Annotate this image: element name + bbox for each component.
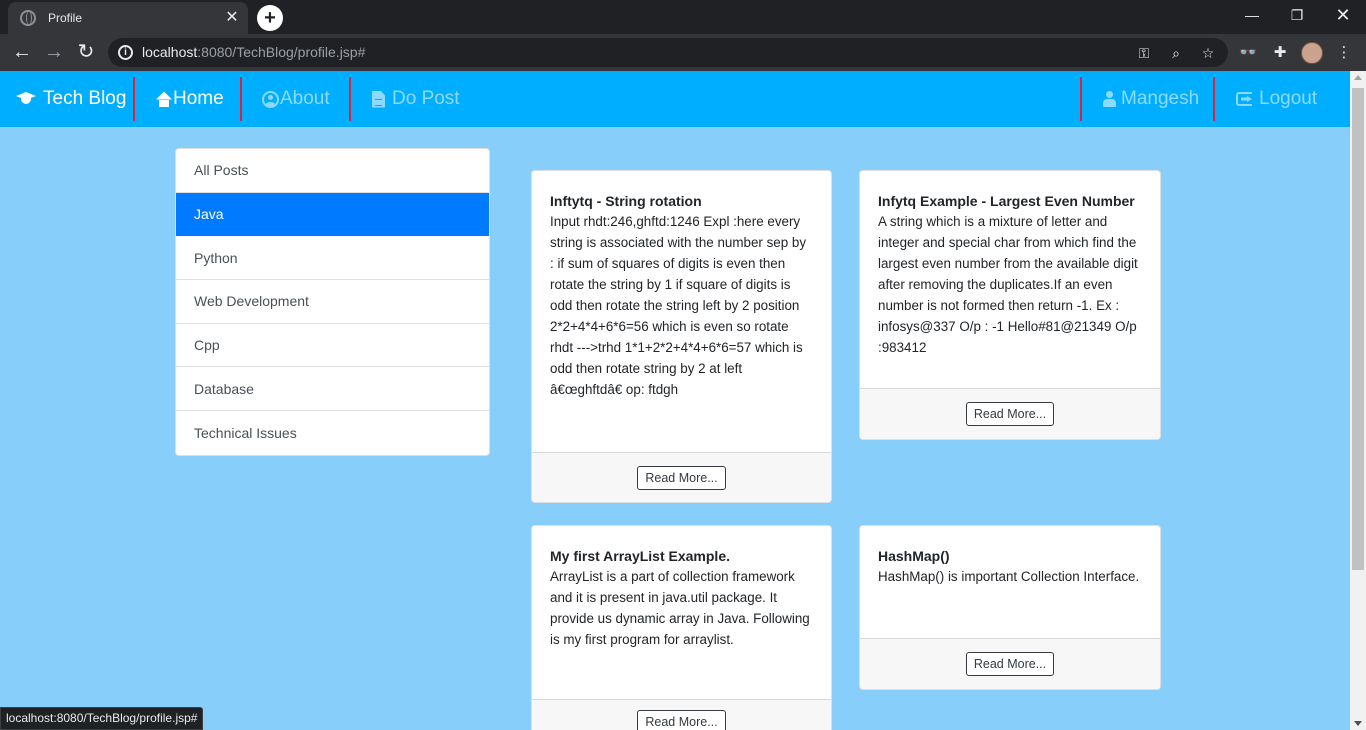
category-label: All Posts — [194, 162, 249, 179]
read-more-button[interactable]: Read More... — [965, 652, 1055, 676]
browser-tab[interactable]: Profile ✕ — [8, 2, 248, 34]
page-scrollbar[interactable] — [1350, 71, 1366, 730]
post-card-body: Infytq Example - Largest Even Number A s… — [860, 171, 1160, 358]
post-excerpt: A string which is a mixture of letter an… — [878, 214, 1138, 355]
scroll-thumb[interactable] — [1352, 88, 1364, 570]
url-text[interactable]: localhost:8080/TechBlog/profile.jsp# — [142, 44, 365, 60]
restore-button[interactable]: ❐ — [1274, 0, 1320, 32]
category-item-python[interactable]: Python — [176, 236, 489, 281]
nav-about-label: About — [280, 88, 330, 109]
read-more-button[interactable]: Read More... — [637, 465, 726, 490]
post-title: Inftytq - String rotation — [550, 193, 702, 209]
category-item-java[interactable]: Java — [176, 192, 489, 237]
post-card-footer: Read More... — [860, 388, 1160, 439]
post-excerpt: ArrayList is a part of collection framew… — [550, 569, 810, 647]
new-tab-button[interactable]: + — [257, 5, 283, 31]
post-card-footer: Read More... — [860, 638, 1160, 689]
category-label: Python — [194, 249, 238, 266]
post-card-body: HashMap() HashMap() is important Collect… — [860, 526, 1160, 587]
nav-user-label: Mangesh — [1121, 88, 1200, 109]
post-card: HashMap() HashMap() is important Collect… — [859, 525, 1161, 690]
read-more-button[interactable]: Read More... — [965, 402, 1055, 426]
menu-dots-icon[interactable]: ⋮ — [1333, 42, 1355, 64]
nav-user-profile[interactable]: Mangesh — [1103, 71, 1199, 127]
url-host: localhost — [142, 44, 198, 60]
nav-separator — [1213, 77, 1215, 121]
nav-do-post-label: Do Post — [392, 88, 460, 109]
post-card-body: Inftytq - String rotation Input rhdt:246… — [532, 171, 831, 400]
category-item-cpp[interactable]: Cpp — [176, 324, 489, 368]
post-excerpt: HashMap() is important Collection Interf… — [878, 569, 1140, 584]
close-window-button[interactable]: ✕ — [1320, 0, 1366, 32]
tab-strip: Profile ✕ + — ❐ ✕ — [0, 0, 1366, 34]
info-icon[interactable]: i — [118, 45, 133, 60]
extensions-puzzle-icon[interactable]: ✚ — [1269, 42, 1291, 64]
forward-button[interactable]: → — [40, 38, 68, 66]
post-card: Inftytq - String rotation Input rhdt:246… — [531, 170, 832, 503]
home-icon — [156, 92, 172, 107]
category-label: Cpp — [194, 337, 220, 354]
browser-toolbar: ← → ↻ i localhost:8080/TechBlog/profile.… — [0, 34, 1366, 71]
scroll-down-arrow-icon[interactable] — [1354, 721, 1362, 726]
category-label: Web Development — [194, 293, 309, 310]
nav-separator — [133, 77, 135, 121]
reload-button[interactable]: ↻ — [72, 38, 100, 66]
back-button[interactable]: ← — [8, 38, 36, 66]
nav-about[interactable]: About — [262, 71, 330, 127]
post-card-body: My first ArrayList Example. ArrayList is… — [532, 526, 831, 650]
tab-title: Profile — [48, 11, 83, 25]
category-label: Database — [194, 380, 254, 397]
nav-logout[interactable]: Logout — [1236, 71, 1317, 127]
category-label: Technical Issues — [194, 424, 297, 441]
category-item-all-posts[interactable]: All Posts — [176, 149, 489, 193]
zoom-icon[interactable]: ⌕ — [1166, 43, 1186, 63]
bookmark-star-icon[interactable]: ☆ — [1198, 43, 1218, 63]
post-excerpt: Input rhdt:246,ghftd:1246 Expl :here eve… — [550, 214, 807, 397]
nav-separator — [349, 77, 351, 121]
nav-home[interactable]: Home — [156, 71, 224, 127]
link-status-bubble: localhost:8080/TechBlog/profile.jsp# — [0, 707, 204, 730]
globe-icon — [20, 10, 36, 26]
graduation-cap-icon — [15, 92, 37, 106]
minimize-button[interactable]: — — [1229, 0, 1275, 32]
post-card: Infytq Example - Largest Even Number A s… — [859, 170, 1161, 440]
profile-avatar[interactable] — [1301, 42, 1323, 64]
brand-label: Tech Blog — [43, 88, 127, 109]
file-text-icon — [372, 90, 385, 108]
nav-separator — [240, 77, 242, 121]
nav-home-label: Home — [173, 88, 224, 109]
post-card-footer: Read More... — [532, 452, 831, 502]
brand-link[interactable]: Tech Blog — [15, 71, 126, 127]
category-label: Java — [194, 206, 224, 223]
post-card-footer: Read More... — [532, 699, 831, 730]
category-list: All Posts Java Python Web Development Cp… — [175, 148, 490, 456]
scroll-up-arrow-icon[interactable] — [1354, 75, 1362, 80]
category-item-database[interactable]: Database — [176, 367, 489, 412]
extension-glasses-icon[interactable]: 👓 — [1237, 42, 1259, 64]
post-card: My first ArrayList Example. ArrayList is… — [531, 525, 832, 730]
url-path: :8080/TechBlog/profile.jsp# — [197, 44, 366, 60]
post-title: HashMap() — [878, 548, 950, 564]
address-bar[interactable]: i localhost:8080/TechBlog/profile.jsp# ⚿… — [108, 38, 1228, 67]
post-title: My first ArrayList Example. — [550, 548, 730, 564]
key-icon[interactable]: ⚿ — [1134, 43, 1154, 63]
nav-logout-label: Logout — [1259, 88, 1318, 109]
site-navbar: Tech Blog Home About Do Post Mangesh Log… — [0, 71, 1350, 127]
read-more-button[interactable]: Read More... — [637, 710, 726, 730]
post-title: Infytq Example - Largest Even Number — [878, 193, 1135, 209]
sign-out-icon — [1236, 92, 1252, 106]
nav-separator — [1080, 77, 1082, 121]
category-item-web-development[interactable]: Web Development — [176, 280, 489, 324]
nav-do-post[interactable]: Do Post — [372, 71, 460, 127]
user-icon — [1103, 91, 1116, 107]
page-viewport: Tech Blog Home About Do Post Mangesh Log… — [0, 71, 1350, 730]
category-item-technical-issues[interactable]: Technical Issues — [176, 411, 489, 455]
user-circle-icon — [262, 90, 279, 108]
close-tab-icon[interactable]: ✕ — [222, 8, 242, 28]
